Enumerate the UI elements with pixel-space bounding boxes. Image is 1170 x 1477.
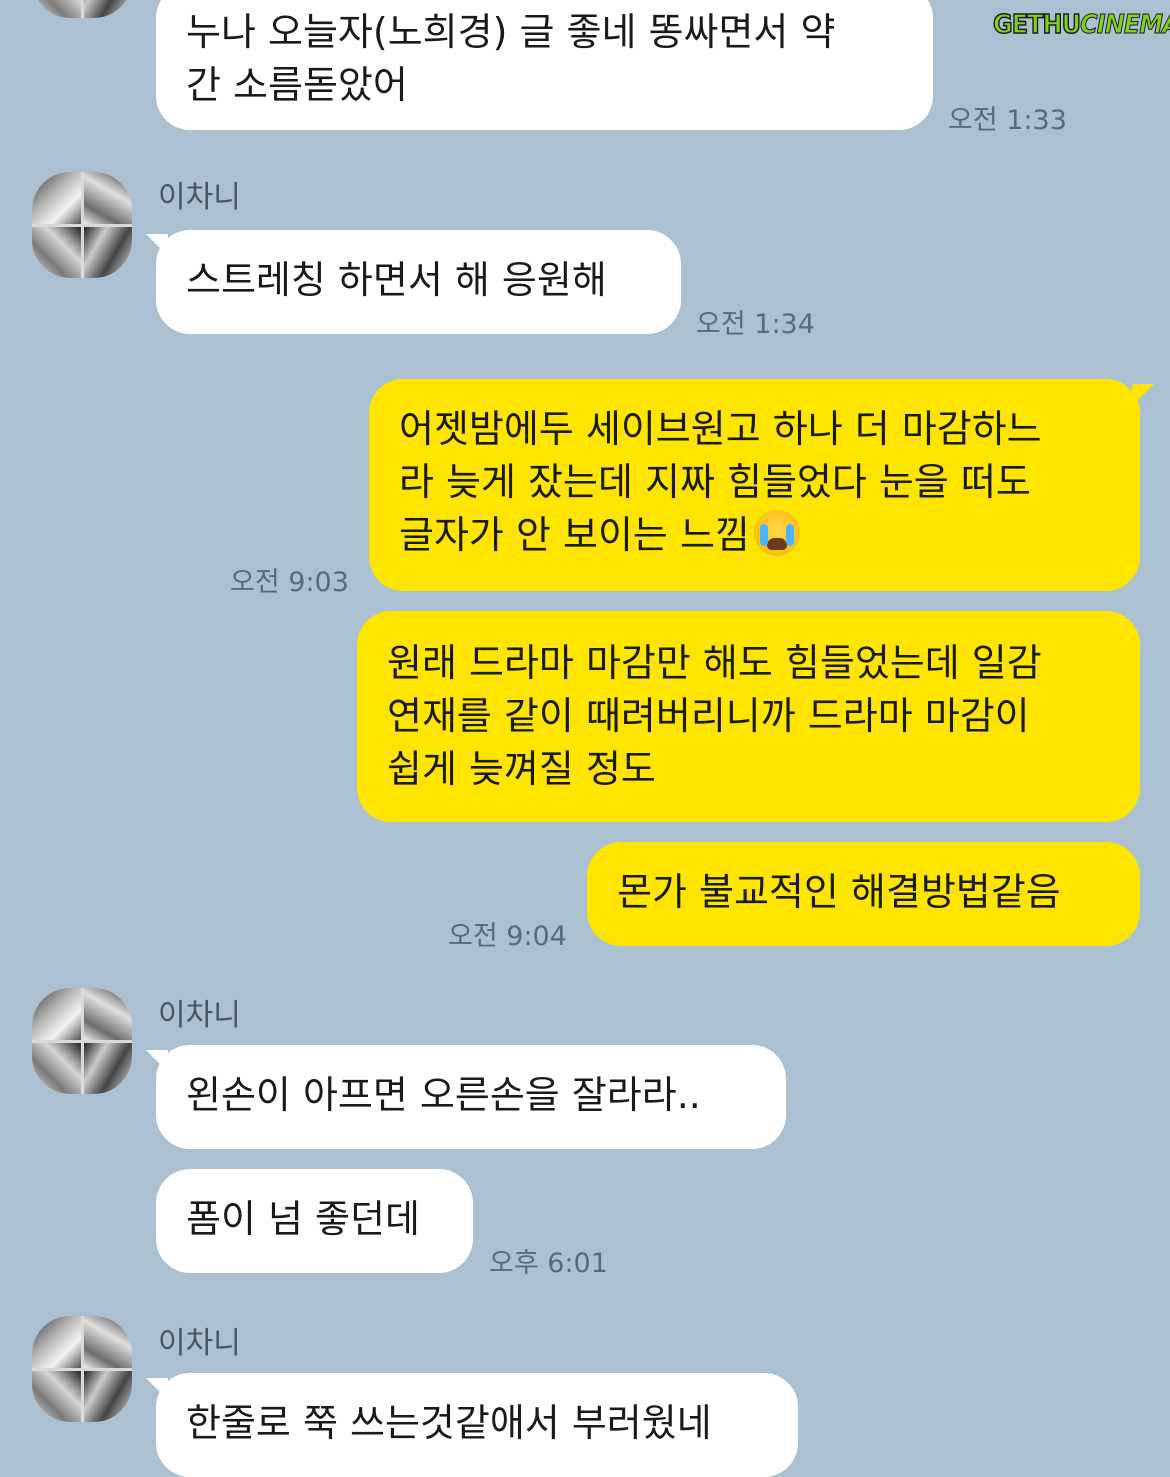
message-line: 간 소름돋았어 bbox=[186, 63, 408, 107]
message-time: 오전 1:33 bbox=[948, 105, 1067, 136]
message-line: 스트레칭 하면서 해 응원해 bbox=[186, 258, 607, 302]
avatar[interactable] bbox=[32, 1316, 132, 1422]
message-bubble-outgoing[interactable]: 어젯밤에두 세이브원고 하나 더 마감하느 라 늦게 잤는데 지짜 힘들었다 눈… bbox=[369, 379, 1140, 591]
watermark-part1: GETHU bbox=[992, 9, 1081, 41]
message-line: 왼손이 아프면 오른손을 잘라라.. bbox=[186, 1073, 701, 1117]
message-line: 폼이 넘 좋던데 bbox=[186, 1197, 420, 1241]
message-bubble-incoming[interactable]: 왼손이 아프면 오른손을 잘라라.. bbox=[156, 1045, 786, 1149]
message-line: 글자가 안 보이는 느낌 bbox=[399, 513, 750, 557]
watermark-part2: CINEMA bbox=[1080, 10, 1170, 41]
message-bubble-incoming[interactable]: 누나 오늘자(노희경) 글 좋네 똥싸면서 약 간 소름돋았어 bbox=[156, 0, 933, 130]
sender-name: 이차니 bbox=[158, 1326, 241, 1361]
message-line: 연재를 같이 때려버리니까 드라마 마감이 bbox=[387, 694, 1030, 738]
watermark-logo: GETHU CINEMA bbox=[992, 6, 1170, 44]
message-time: 오전 1:34 bbox=[696, 309, 815, 340]
message-time: 오전 9:03 bbox=[230, 567, 349, 598]
message-line: 한줄로 쭉 쓰는것같애서 부러웠네 bbox=[186, 1401, 712, 1445]
message-bubble-incoming[interactable]: 스트레칭 하면서 해 응원해 bbox=[156, 230, 681, 334]
avatar[interactable] bbox=[32, 172, 132, 278]
message-bubble-incoming[interactable]: 한줄로 쭉 쓰는것같애서 부러웠네 bbox=[156, 1373, 798, 1477]
sender-name: 이차니 bbox=[158, 998, 241, 1033]
chat-room: GETHU CINEMA 누나 오늘자(노희경) 글 좋네 똥싸면서 약 간 소름… bbox=[0, 0, 1170, 1477]
message-line: 누나 오늘자(노희경) 글 좋네 똥싸면서 약 bbox=[186, 10, 836, 54]
message-bubble-outgoing[interactable]: 몬가 불교적인 해결방법같음 bbox=[587, 842, 1140, 946]
message-time: 오후 6:01 bbox=[489, 1248, 608, 1279]
message-bubble-outgoing[interactable]: 원래 드라마 마감만 해도 힘들었는데 일감 연재를 같이 때려버리니까 드라마… bbox=[357, 611, 1140, 822]
message-line: 어젯밤에두 세이브원고 하나 더 마감하느 bbox=[399, 407, 1042, 451]
avatar[interactable] bbox=[32, 988, 132, 1094]
message-line: 원래 드라마 마감만 해도 힘들었는데 일감 bbox=[387, 641, 1042, 685]
message-line: 쉽게 늦껴질 정도 bbox=[387, 747, 656, 791]
sender-name: 이차니 bbox=[158, 180, 241, 215]
loudly-crying-face-icon bbox=[753, 510, 800, 556]
message-line: 몬가 불교적인 해결방법같음 bbox=[617, 870, 1061, 914]
message-bubble-incoming[interactable]: 폼이 넘 좋던데 bbox=[156, 1169, 473, 1273]
message-line: 라 늦게 잤는데 지짜 힘들었다 눈을 떠도 bbox=[399, 460, 1031, 504]
avatar[interactable] bbox=[32, 0, 132, 18]
message-time: 오전 9:04 bbox=[448, 921, 567, 952]
